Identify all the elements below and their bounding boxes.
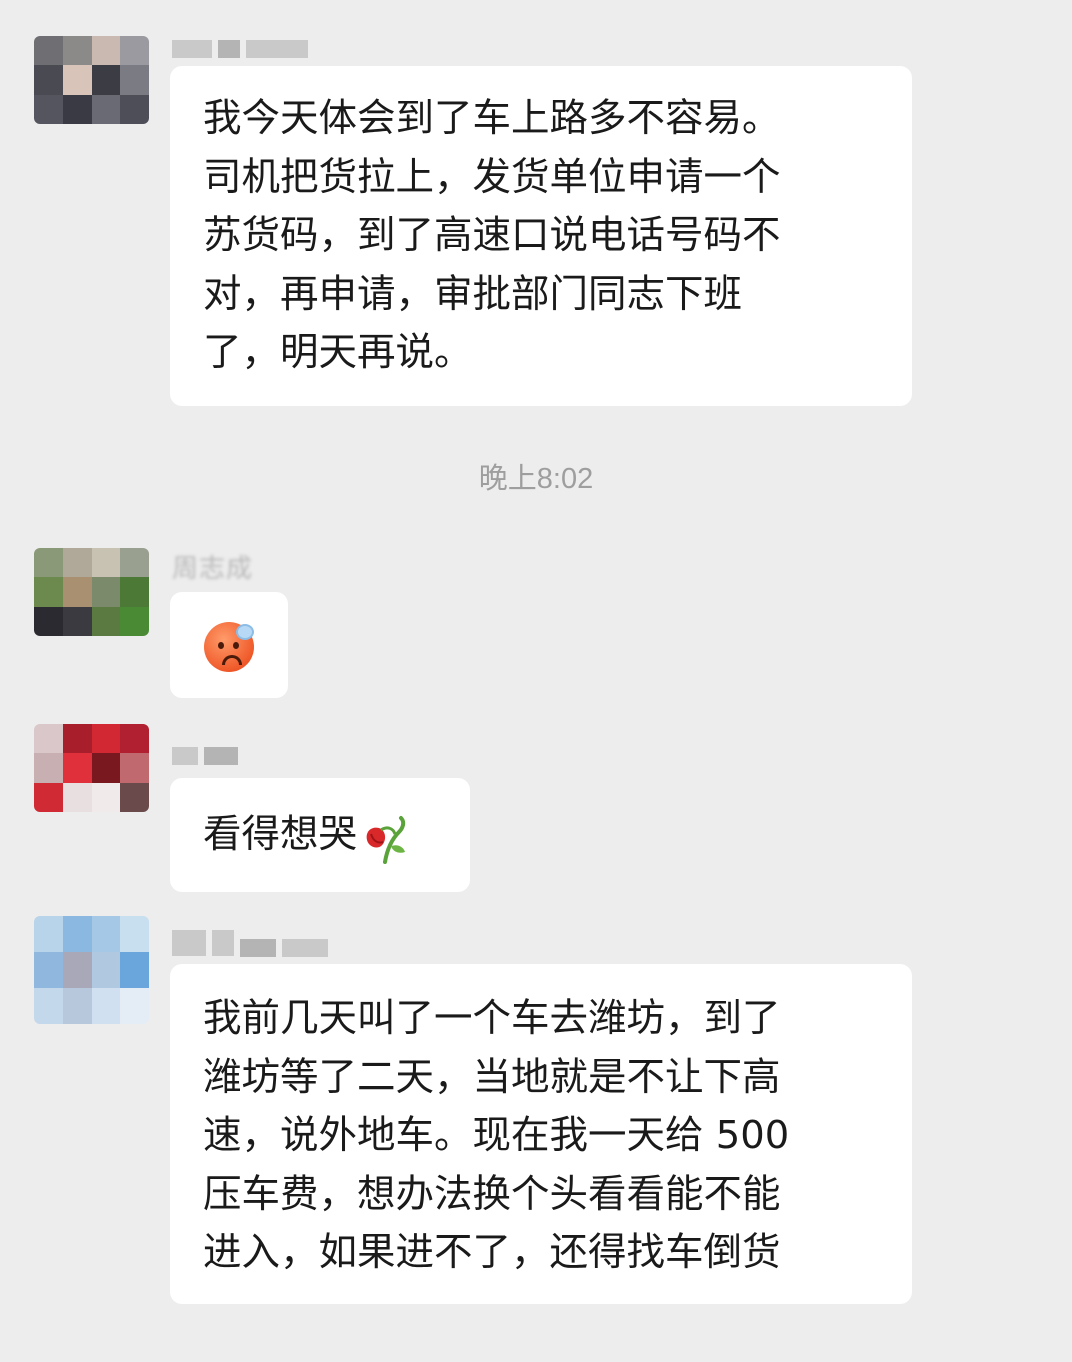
message-line: 潍坊等了二天，当地就是不让下高	[203, 1054, 781, 1100]
message-line: 了，明天再说。	[203, 330, 473, 375]
timestamp: 晚上8:02	[478, 463, 594, 495]
message-line: 我前几天叫了一个车去潍坊，到了	[203, 996, 781, 1041]
message-line: 对，再申请，审批部门同志下班	[203, 271, 743, 317]
message-bubble[interactable]: 我前几天叫了一个车去潍坊，到了 潍坊等了二天，当地就是不让下高 速，说外地车。现…	[170, 964, 912, 1304]
avatar[interactable]	[34, 548, 149, 636]
message-line: 看得想哭	[203, 806, 442, 865]
message-line: 进入，如果进不了，还得找车倒货	[203, 1230, 781, 1275]
message-line: 压车费，想办法换个头看看能不能	[203, 1171, 781, 1217]
wilted-flower-icon	[366, 815, 406, 864]
message-line: 司机把货拉上，发货单位申请一个	[203, 154, 781, 200]
message-bubble[interactable]: 我今天体会到了车上路多不容易。 司机把货拉上，发货单位申请一个 苏货码，到了高速…	[170, 66, 912, 406]
sender-name	[172, 745, 238, 767]
sender-name: 周志成	[172, 553, 254, 584]
message-line: 我今天体会到了车上路多不容易。	[203, 96, 781, 141]
message-bubble[interactable]: 看得想哭	[170, 778, 470, 892]
sender-name	[172, 38, 308, 60]
message-line: 苏货码，到了高速口说电话号码不	[203, 213, 781, 258]
cold-sweat-face-icon	[204, 622, 254, 672]
message-line: 速，说外地车。现在我一天给 500	[203, 1113, 790, 1158]
avatar[interactable]	[34, 724, 149, 812]
message-bubble[interactable]	[170, 592, 288, 698]
sender-name	[172, 928, 328, 958]
chat-area: 我今天体会到了车上路多不容易。 司机把货拉上，发货单位申请一个 苏货码，到了高速…	[0, 0, 1072, 1362]
avatar[interactable]	[34, 36, 149, 124]
avatar[interactable]	[34, 916, 149, 1024]
